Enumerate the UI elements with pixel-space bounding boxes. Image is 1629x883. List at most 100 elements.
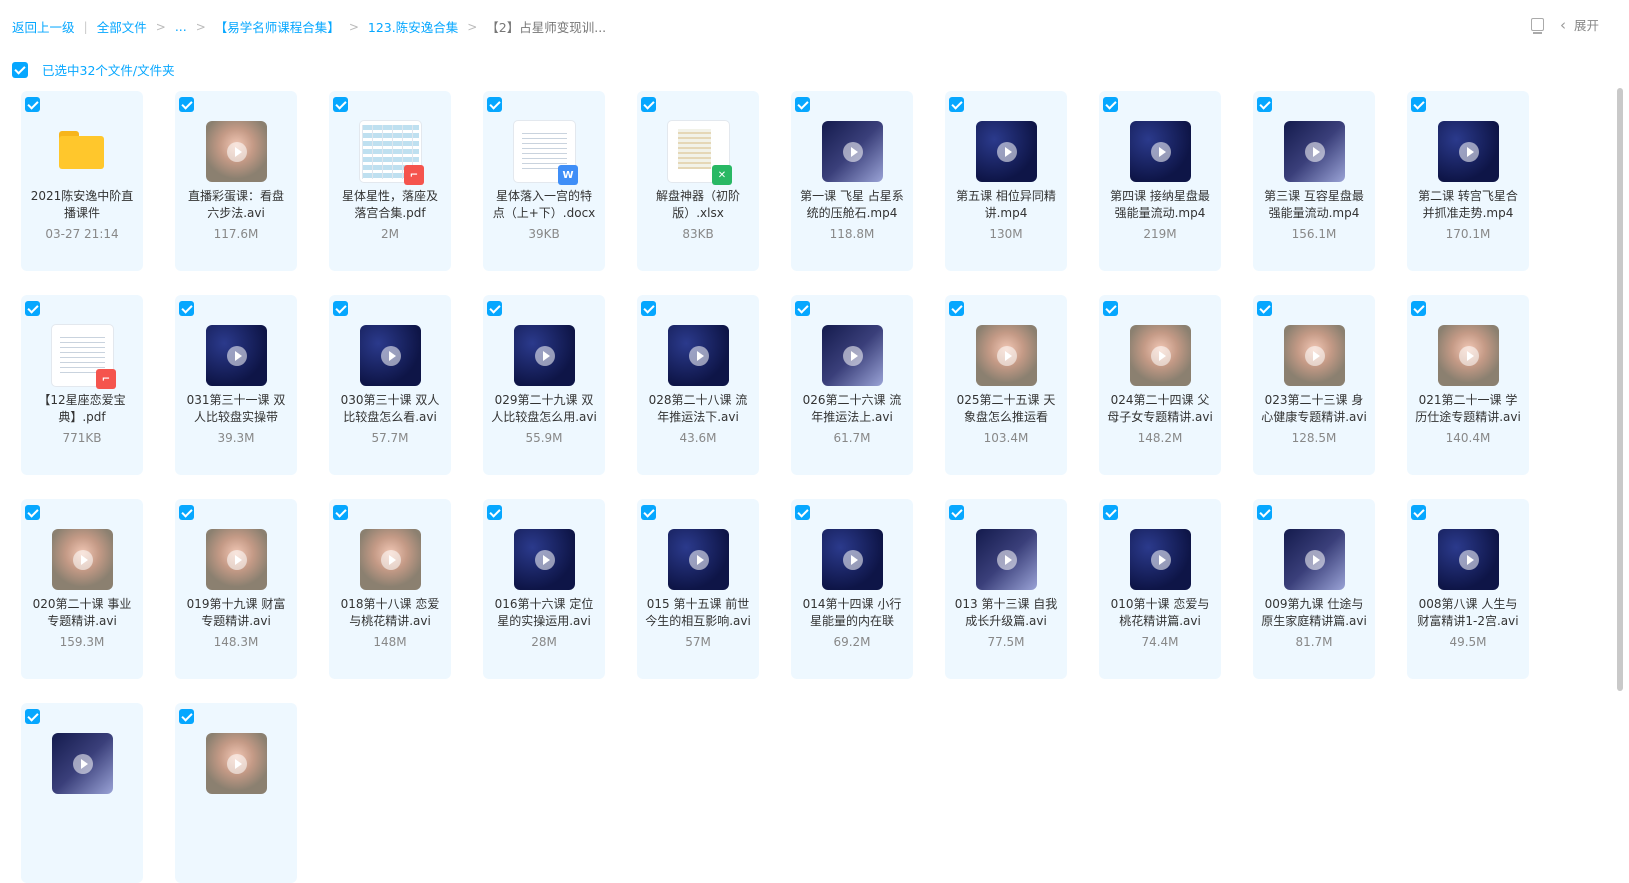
play-icon [380,549,401,570]
file-name: 020第二十课 事业专题精讲.avi [32,597,132,628]
file-checkbox[interactable] [1257,97,1272,112]
file-card[interactable]: ✕ 解盘神器（初阶版）.xlsx 83KB [637,91,759,271]
file-card[interactable]: ⌐ 【12星座恋爱宝典】.pdf 771KB [21,295,143,475]
file-card[interactable]: 008第八课 人生与财富精讲1-2宫.avi 49.5M [1407,499,1529,679]
file-card[interactable] [21,703,143,883]
file-meta: 39.3M [217,431,255,445]
play-icon [1304,345,1325,366]
file-checkbox[interactable] [25,505,40,520]
file-checkbox[interactable] [487,97,502,112]
file-card[interactable]: 009第九课 仕途与原生家庭精讲篇.avi 81.7M [1253,499,1375,679]
file-checkbox[interactable] [641,301,656,316]
file-card[interactable]: 025第二十五课 天象盘怎么推运看 103.4M [945,295,1067,475]
file-checkbox[interactable] [949,301,964,316]
file-card[interactable]: 014第十四课 小行星能量的内在联 69.2M [791,499,913,679]
file-card[interactable]: 016第十六课 定位星的实操运用.avi 28M [483,499,605,679]
file-card[interactable]: 030第三十课 双人比较盘怎么看.avi 57.7M [329,295,451,475]
file-card[interactable]: 019第十九课 财富专题精讲.avi 148.3M [175,499,297,679]
file-name: 第一课 飞星 占星系统的压舱石.mp4 [800,189,904,220]
file-card[interactable]: 031第三十一课 双人比较盘实操带 39.3M [175,295,297,475]
file-card[interactable]: ⌐ 星体星性，落座及落宫合集.pdf 2M [329,91,451,271]
file-checkbox[interactable] [949,97,964,112]
file-checkbox[interactable] [333,301,348,316]
file-card[interactable]: 028第二十八课 流年推运法下.avi 43.6M [637,295,759,475]
file-name: 015 第十五课 前世今生的相互影响.avi [645,597,751,628]
file-checkbox[interactable] [1103,505,1118,520]
file-card[interactable]: 020第二十课 事业专题精讲.avi 159.3M [21,499,143,679]
file-meta: 74.4M [1141,635,1179,649]
file-checkbox[interactable] [179,505,194,520]
expand-button[interactable]: ‹ 展开 [1560,15,1599,34]
breadcrumb-separator: > [348,19,359,34]
video-thumbnail [1130,121,1191,182]
play-icon [534,549,555,570]
file-checkbox[interactable] [949,505,964,520]
file-name: 2021陈安逸中阶直播课件 [30,189,134,220]
play-icon [996,345,1017,366]
back-link[interactable]: 返回上一级 [12,17,75,36]
video-thumbnail [1284,529,1345,590]
file-checkbox[interactable] [1103,301,1118,316]
play-icon [842,141,863,162]
file-meta: 128.5M [1291,431,1337,445]
file-card[interactable]: 2021陈安逸中阶直播课件 03-27 21:14 [21,91,143,271]
video-thumbnail [514,325,575,386]
file-checkbox[interactable] [25,301,40,316]
file-card[interactable]: 015 第十五课 前世今生的相互影响.avi 57M [637,499,759,679]
file-meta: 130M [989,227,1023,241]
file-card[interactable]: 024第二十四课 父母子女专题精讲.avi 148.2M [1099,295,1221,475]
scrollbar-thumb[interactable] [1617,88,1623,691]
selection-bar: 已选中32个文件/文件夹 [12,60,175,79]
file-checkbox[interactable] [333,97,348,112]
file-meta: 156.1M [1291,227,1337,241]
file-checkbox[interactable] [1411,97,1426,112]
file-card[interactable]: 第三课 互容星盘最强能量流动.mp4 156.1M [1253,91,1375,271]
file-card[interactable] [175,703,297,883]
file-checkbox[interactable] [487,505,502,520]
file-checkbox[interactable] [1103,97,1118,112]
file-meta: 43.6M [679,431,717,445]
file-meta: 148.3M [213,635,259,649]
file-name: 第三课 互容星盘最强能量流动.mp4 [1264,189,1364,220]
file-card[interactable]: 026第二十六课 流年推运法上.avi 61.7M [791,295,913,475]
file-card[interactable]: W 星体落入一宫的特点（上+下）.docx 39KB [483,91,605,271]
file-checkbox[interactable] [1411,505,1426,520]
file-card[interactable]: 直播彩蛋课：看盘六步法.avi 117.6M [175,91,297,271]
display-mode-icon[interactable] [1530,18,1544,34]
file-checkbox[interactable] [1257,301,1272,316]
file-checkbox[interactable] [1411,301,1426,316]
breadcrumb-item-all-files[interactable]: 全部文件 [97,17,147,36]
file-checkbox[interactable] [179,709,194,724]
breadcrumb-item-chenanyi[interactable]: 123.陈安逸合集 [368,17,458,36]
file-meta: 61.7M [833,431,871,445]
file-checkbox[interactable] [25,97,40,112]
breadcrumb-item-collection[interactable]: 【易学名师课程合集】 [215,17,340,36]
file-checkbox[interactable] [641,97,656,112]
file-checkbox[interactable] [487,301,502,316]
file-checkbox[interactable] [25,709,40,724]
file-checkbox[interactable] [179,301,194,316]
file-checkbox[interactable] [795,301,810,316]
file-card[interactable]: 029第二十九课 双人比较盘怎么用.avi 55.9M [483,295,605,475]
play-icon [1150,549,1171,570]
file-checkbox[interactable] [641,505,656,520]
file-checkbox[interactable] [795,505,810,520]
file-card[interactable]: 第五课 相位异同精讲.mp4 130M [945,91,1067,271]
file-card[interactable]: 013 第十三课 自我成长升级篇.avi 77.5M [945,499,1067,679]
select-all-checkbox[interactable] [12,61,28,78]
play-icon [226,345,247,366]
file-checkbox[interactable] [333,505,348,520]
file-card[interactable]: 018第十八课 恋爱与桃花精讲.avi 148M [329,499,451,679]
breadcrumb-item-ellipsis[interactable]: ... [175,19,187,34]
file-card[interactable]: 第四课 接纳星盘最强能量流动.mp4 219M [1099,91,1221,271]
file-card[interactable]: 第二课 转宫飞星合并抓准走势.mp4 170.1M [1407,91,1529,271]
file-checkbox[interactable] [179,97,194,112]
file-checkbox[interactable] [1257,505,1272,520]
file-card[interactable]: 第一课 飞星 占星系统的压舱石.mp4 118.8M [791,91,913,271]
file-card[interactable]: 023第二十三课 身心健康专题精讲.avi 128.5M [1253,295,1375,475]
file-card[interactable]: 021第二十一课 学历仕途专题精讲.avi 140.4M [1407,295,1529,475]
file-checkbox[interactable] [795,97,810,112]
file-card[interactable]: 010第十课 恋爱与桃花精讲篇.avi 74.4M [1099,499,1221,679]
file-name: 第五课 相位异同精讲.mp4 [956,189,1056,220]
file-meta: 77.5M [987,635,1025,649]
